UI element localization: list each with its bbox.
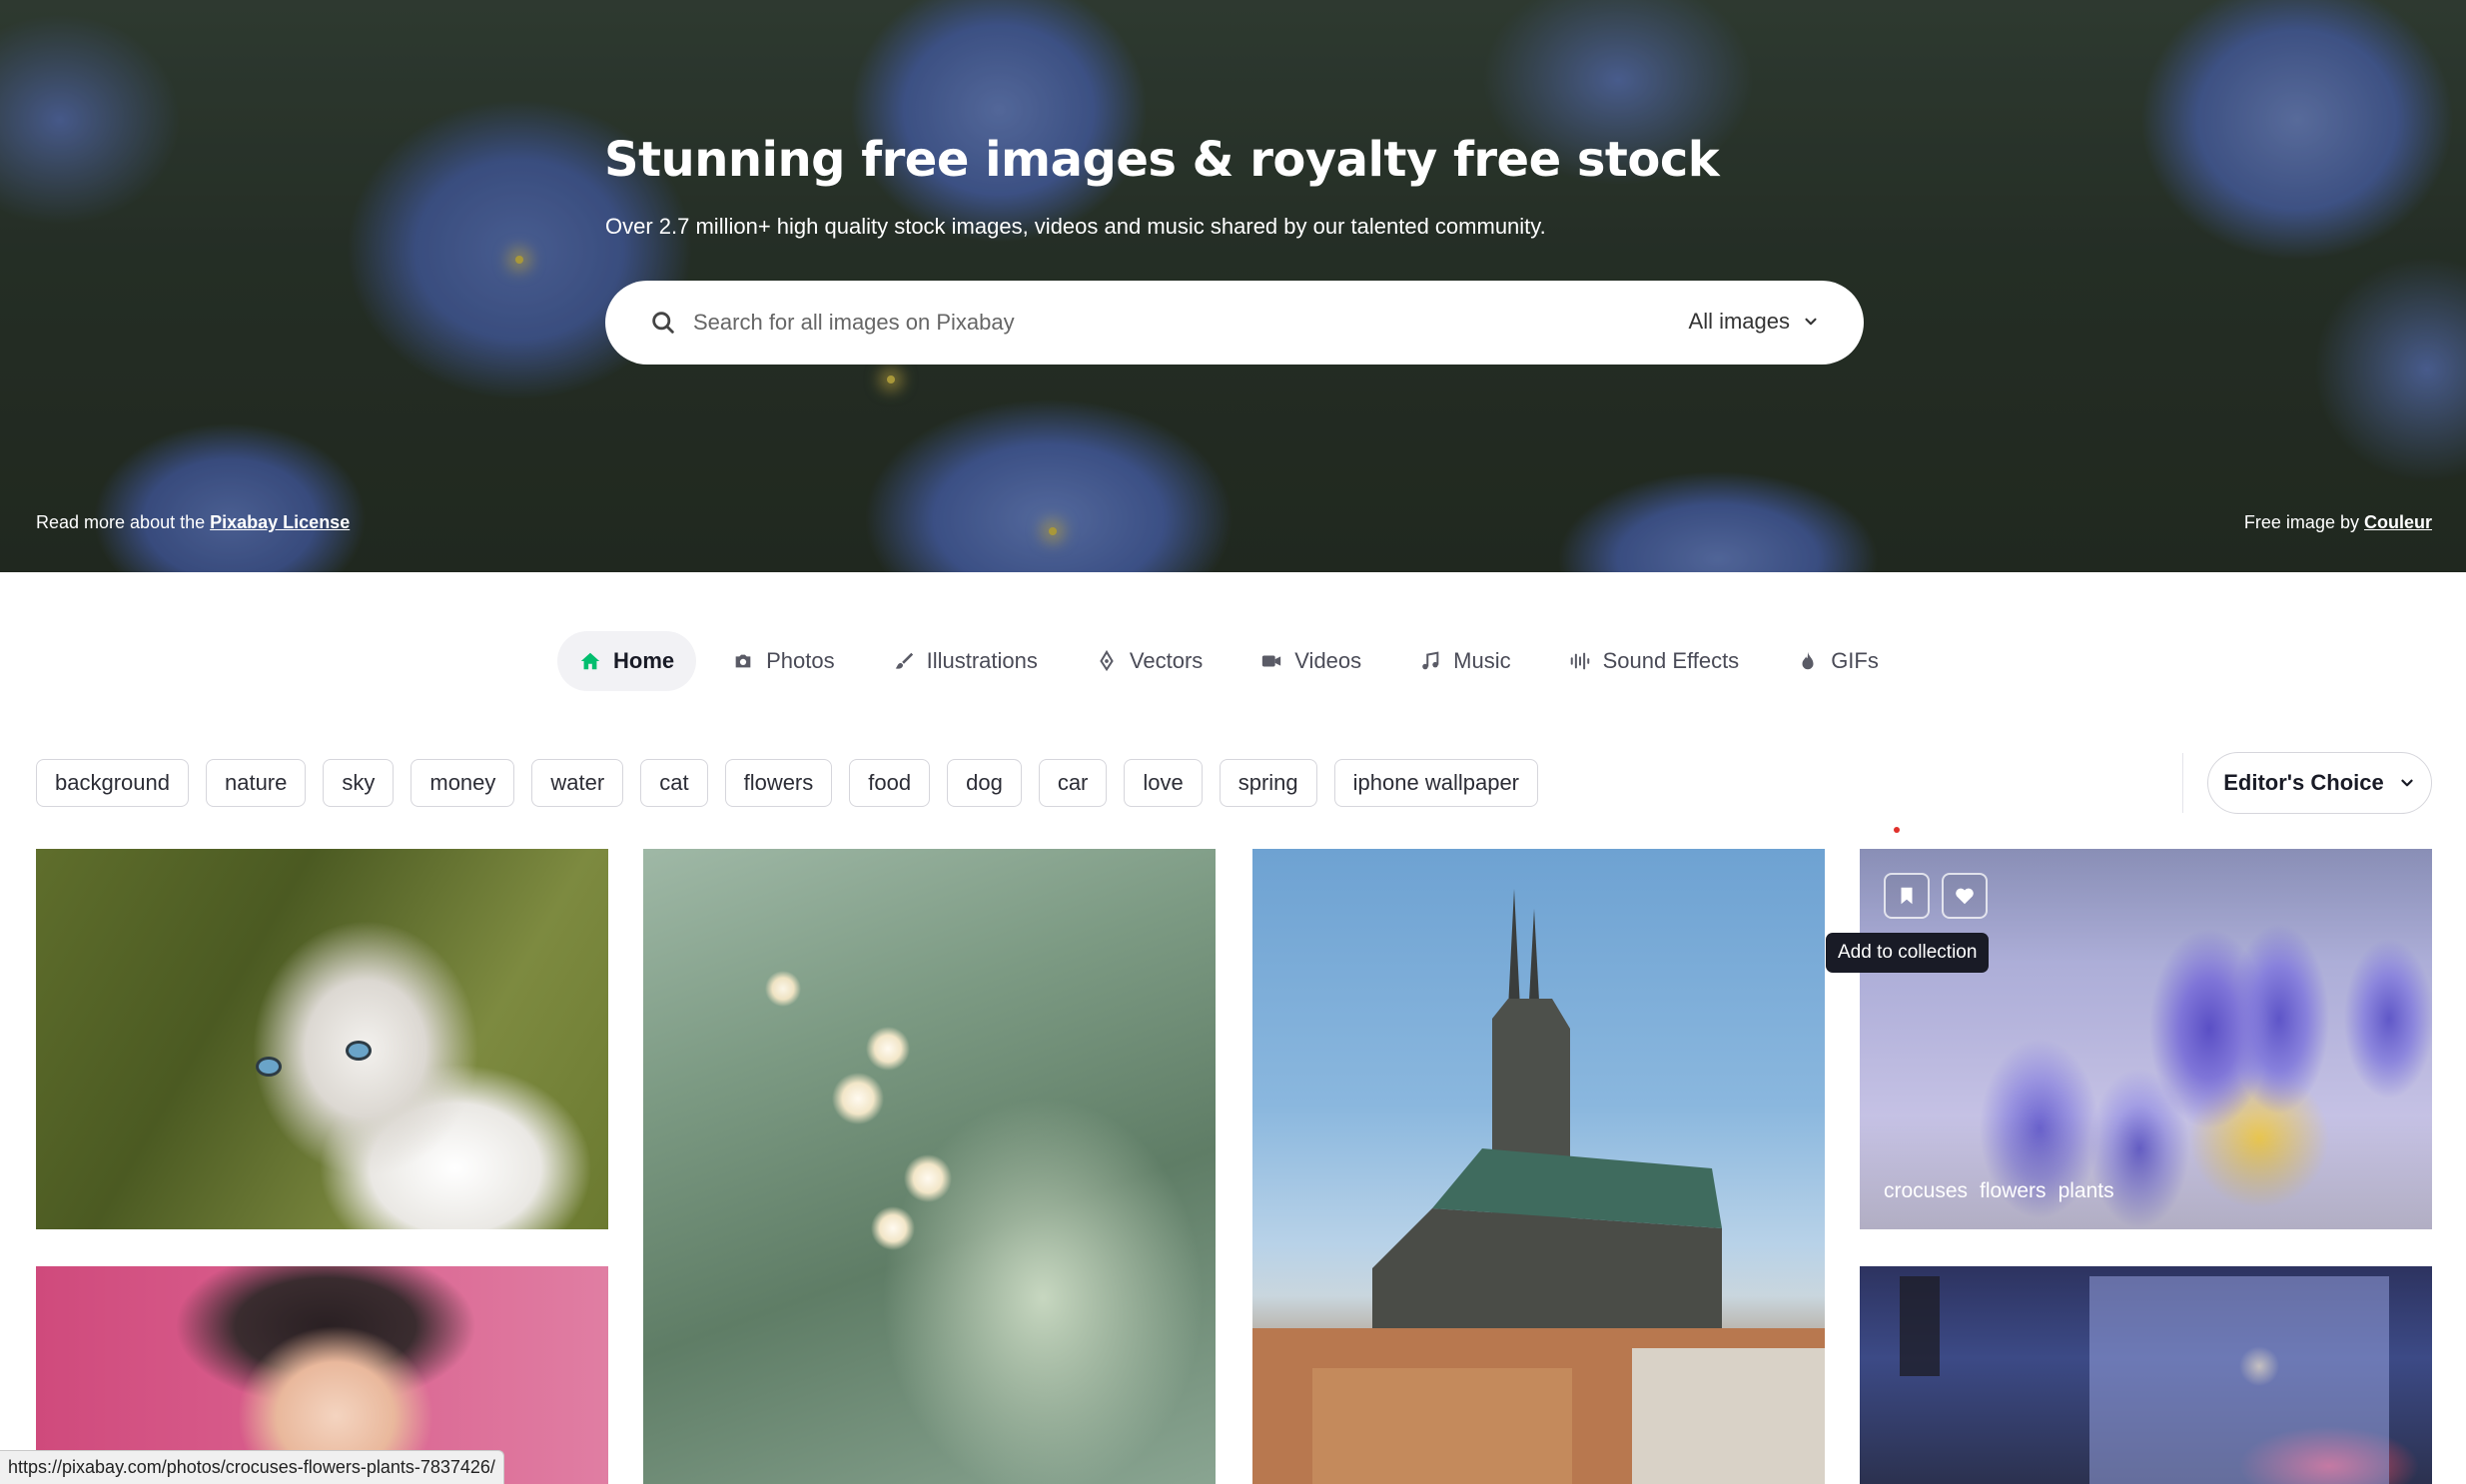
like-button[interactable]: [1942, 873, 1988, 919]
bookmark-icon: [1901, 887, 1913, 905]
cat-eye: [256, 1057, 282, 1077]
media-type-nav: Home Photos Illustrations Vectors Videos…: [557, 631, 1915, 691]
divider: [2182, 753, 2183, 813]
tag-chip[interactable]: food: [849, 759, 931, 807]
image-card-cat[interactable]: [36, 849, 608, 1229]
tag-chip[interactable]: water: [531, 759, 624, 807]
popular-tags: background nature sky money water cat fl…: [36, 759, 1538, 807]
tag-chip[interactable]: nature: [205, 759, 307, 807]
search-type-dropdown[interactable]: All images: [1689, 309, 1820, 335]
tag-chip[interactable]: background: [36, 759, 189, 807]
nav-vectors[interactable]: Vectors: [1074, 631, 1225, 691]
heart-icon: [1956, 888, 1974, 905]
search-type-label: All images: [1688, 309, 1790, 334]
search-icon: [652, 312, 674, 334]
tag-chip[interactable]: iphone wallpaper: [1333, 759, 1538, 807]
image-tags: crocuses flowers plants: [1884, 1179, 2114, 1203]
notification-dot: [1894, 827, 1900, 833]
cat-eye: [346, 1041, 372, 1061]
nav-illustrations[interactable]: Illustrations: [871, 631, 1060, 691]
nav-home[interactable]: Home: [557, 631, 697, 691]
hero-banner: Stunning free images & royalty free stoc…: [0, 0, 2466, 572]
sort-dropdown[interactable]: Editor's Choice: [2207, 752, 2432, 814]
brush-icon: [895, 652, 913, 669]
tag-chip[interactable]: flowers: [724, 759, 833, 807]
nav-videos[interactable]: Videos: [1238, 631, 1383, 691]
nav-sound-effects[interactable]: Sound Effects: [1547, 631, 1762, 691]
image-card-blossoms[interactable]: [643, 849, 1216, 1484]
tag-chip[interactable]: spring: [1219, 759, 1317, 807]
image-card-cathedral[interactable]: [1252, 849, 1825, 1484]
image-card-crocuses[interactable]: crocuses flowers plants: [1860, 849, 2432, 1229]
hero-subtitle: Over 2.7 million+ high quality stock ima…: [605, 214, 1546, 239]
tag-chip[interactable]: car: [1038, 759, 1108, 807]
image-tag[interactable]: flowers: [1980, 1179, 2047, 1203]
license-link[interactable]: Pixabay License: [210, 512, 350, 532]
nav-music[interactable]: Music: [1397, 631, 1532, 691]
tag-chip[interactable]: sky: [323, 759, 395, 807]
tag-chip[interactable]: dog: [947, 759, 1022, 807]
nav-photos[interactable]: Photos: [710, 631, 857, 691]
image-tag[interactable]: plants: [2058, 1179, 2114, 1203]
tag-chip[interactable]: money: [411, 759, 515, 807]
flame-icon: [1802, 651, 1814, 670]
pen-nib-icon: [1100, 650, 1114, 672]
tooltip: Add to collection: [1826, 933, 1990, 973]
sort-label: Editor's Choice: [2223, 770, 2384, 795]
cathedral-drawing: [1252, 889, 1825, 1484]
video-camera-icon: [1262, 655, 1281, 667]
tag-chip[interactable]: love: [1124, 759, 1203, 807]
music-note-icon: [1422, 651, 1439, 670]
author-link[interactable]: Couleur: [2364, 512, 2432, 532]
image-card-city-night[interactable]: [1860, 1266, 2432, 1484]
search-input[interactable]: [693, 301, 1572, 345]
sound-wave-icon: [1570, 652, 1589, 670]
chevron-down-icon: [1805, 318, 1817, 326]
nav-gifs[interactable]: GIFs: [1775, 631, 1901, 691]
home-icon: [580, 652, 600, 670]
bookmark-button[interactable]: [1884, 873, 1930, 919]
camera-icon: [735, 654, 751, 668]
hero-title: Stunning free images & royalty free stoc…: [604, 132, 1720, 188]
image-credit: Free image by Couleur: [2243, 512, 2432, 532]
search-bar[interactable]: All images: [605, 281, 1864, 365]
image-tag[interactable]: crocuses: [1884, 1179, 1968, 1203]
license-note: Read more about the Pixabay License: [36, 512, 351, 532]
tag-chip[interactable]: cat: [640, 759, 708, 807]
chevron-down-icon: [2401, 779, 2413, 787]
status-bar-url: https://pixabay.com/photos/crocuses-flow…: [0, 1450, 504, 1484]
